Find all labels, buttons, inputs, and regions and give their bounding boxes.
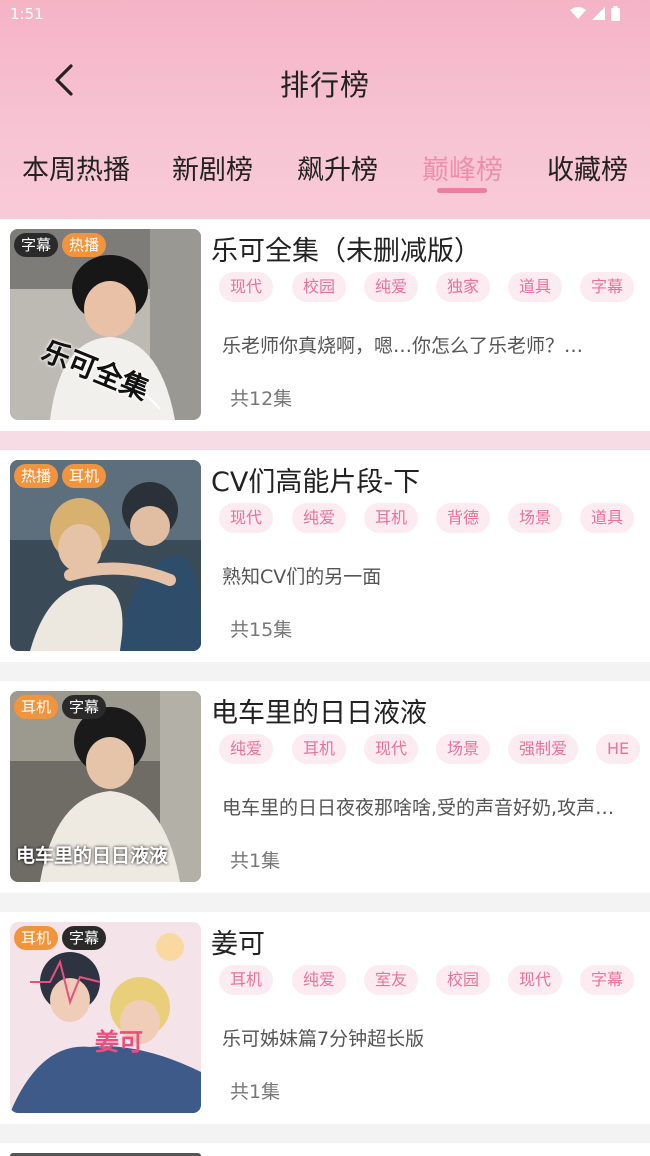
tab-peak[interactable]: 巅峰榜 <box>422 148 503 187</box>
tag: 纯爱 <box>292 965 347 995</box>
drama-card[interactable]: 电车里的日日液液 耳机 字幕 电车里的日日液液 纯爱 耳机 现代 场景 强制爱 … <box>0 681 650 893</box>
tag: 现代 <box>364 734 419 764</box>
card-title: 乐可全集（未删减版） <box>211 236 481 267</box>
tag: 纯爱 <box>364 272 419 302</box>
cover-title-text: 姜可 <box>95 1028 143 1056</box>
tag: 现代 <box>508 965 563 995</box>
tag: 现代 <box>219 272 274 302</box>
drama-card[interactable] <box>0 1143 650 1156</box>
tab-weekly-hot[interactable]: 本周热播 <box>22 148 130 187</box>
status-bar: 1:51 <box>0 0 650 28</box>
header: 1:51 排行榜 本周热播 新剧榜 飙升榜 巅峰榜 收藏榜 <box>0 0 650 219</box>
page-title: 排行榜 <box>279 68 370 102</box>
cover-title-text: 电车里的日日液液 <box>16 845 169 867</box>
drama-card[interactable]: 乐可全集 字幕 热播 乐可全集（未删减版） 现代 校园 纯爱 独家 道具 字幕 … <box>0 219 650 431</box>
status-time: 1:51 <box>10 5 44 23</box>
badges: 字幕 热播 <box>14 233 107 257</box>
divider <box>0 431 650 450</box>
card-title: 姜可 <box>211 929 265 960</box>
tag: 纯爱 <box>292 503 347 533</box>
badges: 耳机 字幕 <box>14 695 107 719</box>
card-description: 乐可姊妹篇7分钟超长版 <box>222 1028 425 1050</box>
tab-rising[interactable]: 飙升榜 <box>297 148 378 187</box>
tag: 字幕 <box>580 272 635 302</box>
status-icons <box>570 6 620 21</box>
badges: 热播 耳机 <box>14 464 107 488</box>
tag: 耳机 <box>292 734 347 764</box>
card-title: CV们高能片段-下 <box>211 467 421 498</box>
badge-subtitle: 字幕 <box>14 233 59 257</box>
episode-count: 共1集 <box>230 1081 281 1103</box>
episode-count: 共15集 <box>230 619 293 641</box>
tag: 耳机 <box>219 965 274 995</box>
card-title: 电车里的日日液液 <box>211 698 427 729</box>
episode-count: 共1集 <box>230 850 281 872</box>
tag: 耳机 <box>364 503 419 533</box>
tag: 现代 <box>219 503 274 533</box>
tag: 强制爱 <box>508 734 579 764</box>
badges: 耳机 字幕 <box>14 926 107 950</box>
tag: 室友 <box>364 965 419 995</box>
cover-image: 姜可 耳机 字幕 <box>10 922 201 1113</box>
tab-new-drama[interactable]: 新剧榜 <box>172 148 253 187</box>
badge-hot: 热播 <box>62 233 107 257</box>
wifi-icon <box>570 7 586 20</box>
badge-headphones: 耳机 <box>62 464 107 488</box>
tag: 字幕 <box>580 965 635 995</box>
tag: 场景 <box>436 734 491 764</box>
tag: 背德 <box>436 503 491 533</box>
tag: 校园 <box>436 965 491 995</box>
cover-image: 电车里的日日液液 耳机 字幕 <box>10 691 201 882</box>
tab-active-indicator <box>437 188 487 193</box>
battery-icon <box>611 6 620 21</box>
badge-headphones: 耳机 <box>14 695 59 719</box>
drama-card[interactable]: 姜可 耳机 字幕 姜可 耳机 纯爱 室友 校园 现代 字幕 乐可姊妹篇7分钟超长… <box>0 912 650 1124</box>
episode-count: 共12集 <box>230 388 293 410</box>
card-description: 乐老师你真烧啊，嗯…你怎么了乐老师？… <box>222 335 584 357</box>
tag: 纯爱 <box>219 734 274 764</box>
badge-headphones: 耳机 <box>14 926 59 950</box>
badge-hot: 热播 <box>14 464 59 488</box>
tab-favorites[interactable]: 收藏榜 <box>547 148 628 187</box>
tag: 校园 <box>292 272 347 302</box>
badge-subtitle: 字幕 <box>62 926 107 950</box>
card-description: 熟知CV们的另一面 <box>222 566 382 588</box>
badge-subtitle: 字幕 <box>62 695 107 719</box>
tag: HE <box>596 734 641 764</box>
card-description: 电车里的日日夜夜那啥啥,受的声音好奶,攻声… <box>222 797 615 819</box>
drama-card[interactable]: 热播 耳机 CV们高能片段-下 现代 纯爱 耳机 背德 场景 道具 熟知CV们的… <box>0 450 650 662</box>
tag: 道具 <box>580 503 635 533</box>
tag: 场景 <box>508 503 563 533</box>
tab-bar: 本周热播 新剧榜 飙升榜 巅峰榜 收藏榜 <box>0 140 650 210</box>
cover-image: 热播 耳机 <box>10 460 201 651</box>
cover-image: 乐可全集 字幕 热播 <box>10 229 201 420</box>
tag: 道具 <box>508 272 563 302</box>
signal-icon <box>592 7 605 20</box>
tag: 独家 <box>436 272 491 302</box>
